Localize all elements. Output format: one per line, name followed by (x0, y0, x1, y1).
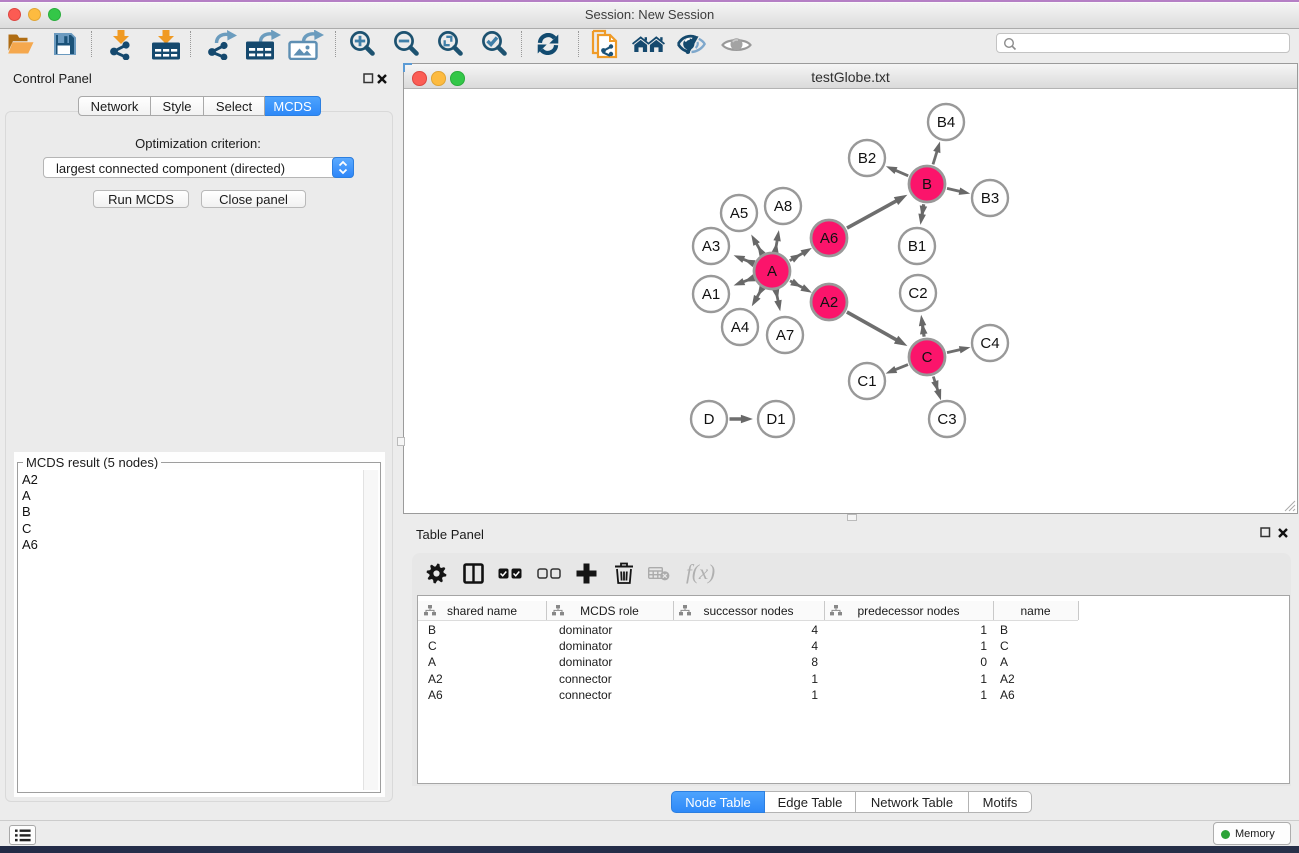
svg-text:B2: B2 (858, 150, 876, 167)
svg-text:C1: C1 (857, 373, 876, 390)
svg-text:B3: B3 (981, 190, 999, 207)
svg-text:A5: A5 (730, 205, 748, 222)
svg-text:A8: A8 (774, 198, 792, 215)
svg-text:A2: A2 (820, 294, 838, 311)
svg-text:A3: A3 (702, 238, 720, 255)
svg-text:A: A (767, 263, 777, 280)
svg-text:B1: B1 (908, 238, 926, 255)
svg-text:A4: A4 (731, 319, 749, 336)
svg-text:A6: A6 (820, 230, 838, 247)
svg-text:D: D (704, 411, 715, 428)
svg-text:A7: A7 (776, 327, 794, 344)
svg-text:A1: A1 (702, 286, 720, 303)
svg-text:C2: C2 (908, 285, 927, 302)
svg-text:B4: B4 (937, 114, 955, 131)
svg-text:C: C (922, 349, 933, 366)
svg-text:D1: D1 (766, 411, 785, 428)
svg-text:B: B (922, 176, 932, 193)
svg-text:C4: C4 (980, 335, 999, 352)
svg-text:C3: C3 (937, 411, 956, 428)
